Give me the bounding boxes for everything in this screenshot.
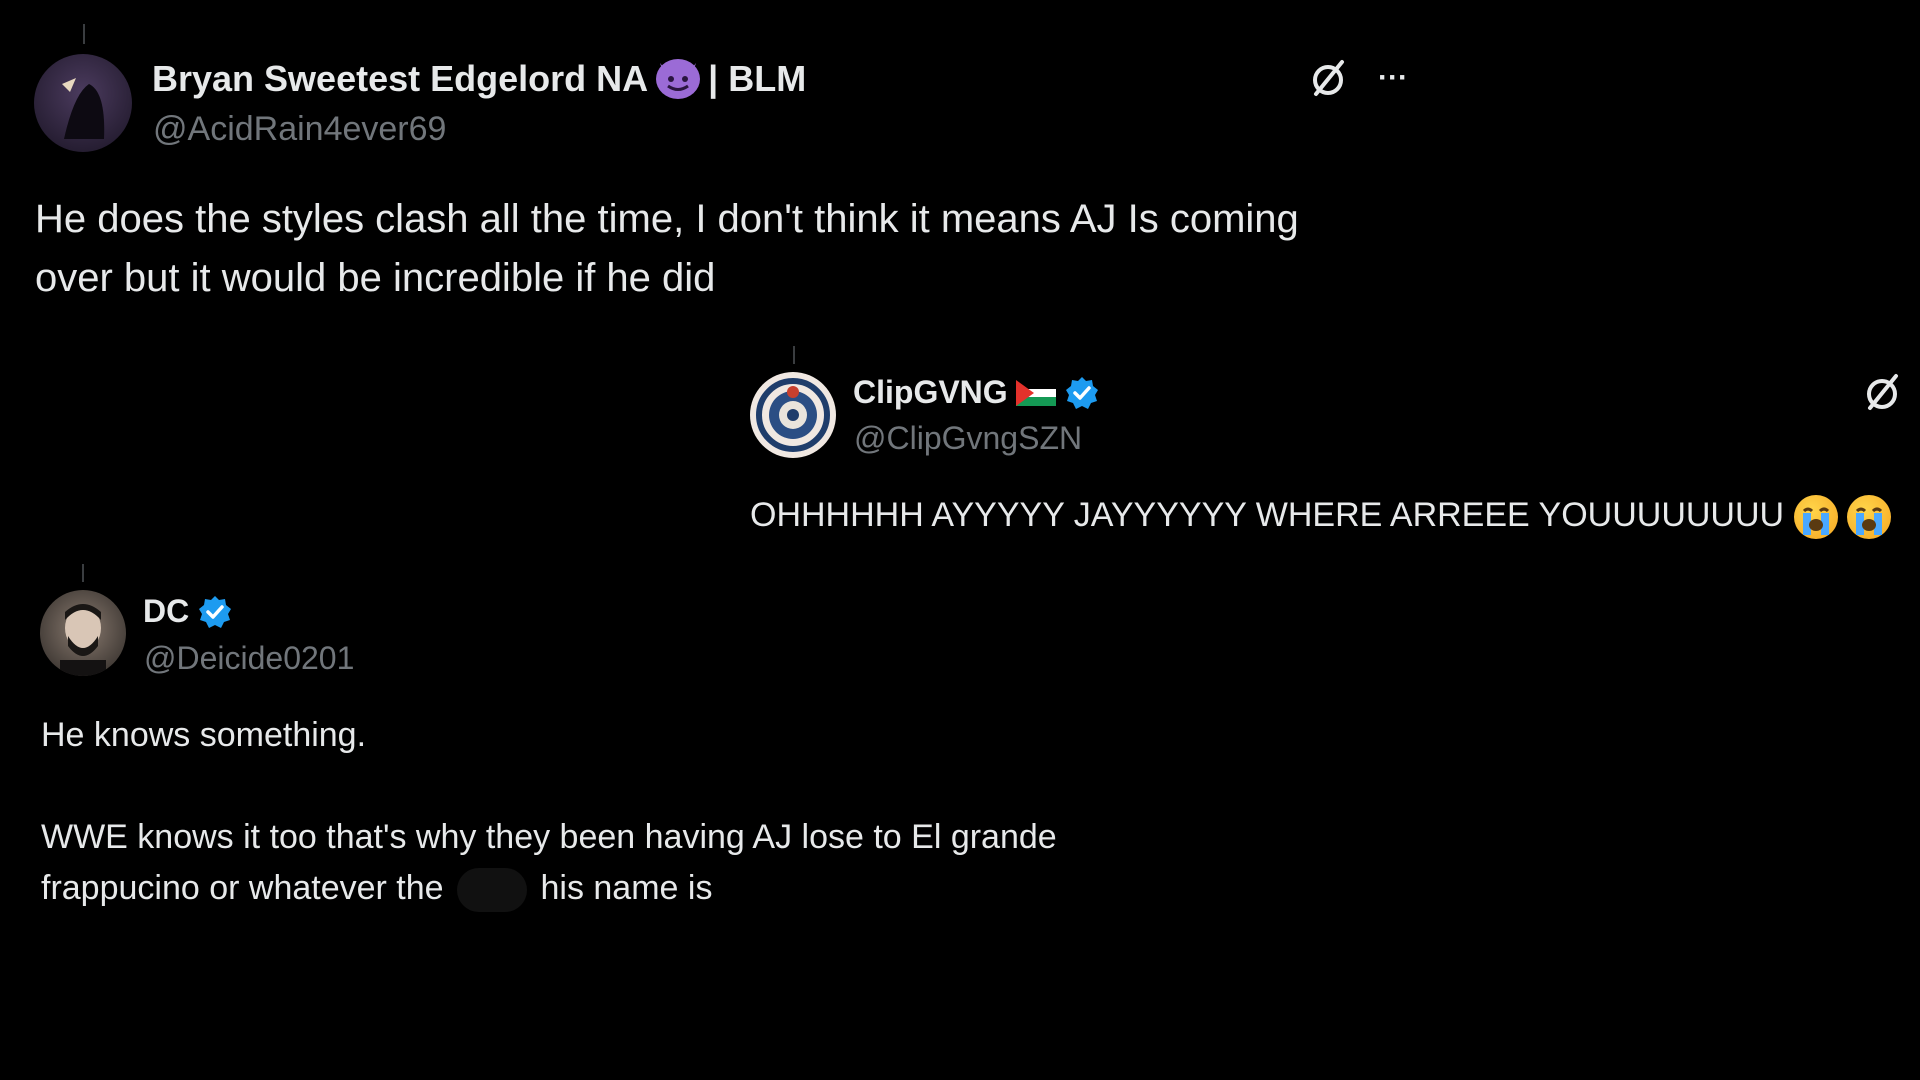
thread-connector bbox=[82, 564, 84, 582]
verified-badge-icon bbox=[197, 594, 233, 630]
display-name[interactable]: DC bbox=[143, 593, 189, 630]
censor-blot bbox=[457, 868, 528, 913]
tweet-text-line: WWE knows it too that's why they been ha… bbox=[41, 818, 1057, 856]
tweet-text-line: He knows something. bbox=[41, 716, 367, 754]
tweet-text-line: frappucino or whatever the his name is bbox=[41, 863, 1241, 914]
tweet-text: He knows something. WWE knows it too tha… bbox=[41, 710, 1241, 914]
tweet-text-spacer bbox=[41, 761, 1241, 812]
tweet-text-part: his name is bbox=[540, 869, 713, 907]
tweet-text-part: frappucino or whatever the bbox=[41, 869, 444, 907]
avatar[interactable] bbox=[40, 590, 126, 676]
tweet-3: DC @Deicide0201 He knows something. WWE … bbox=[0, 0, 1920, 1080]
author-name-row[interactable]: DC bbox=[143, 593, 233, 630]
handle[interactable]: @Deicide0201 bbox=[144, 640, 354, 677]
